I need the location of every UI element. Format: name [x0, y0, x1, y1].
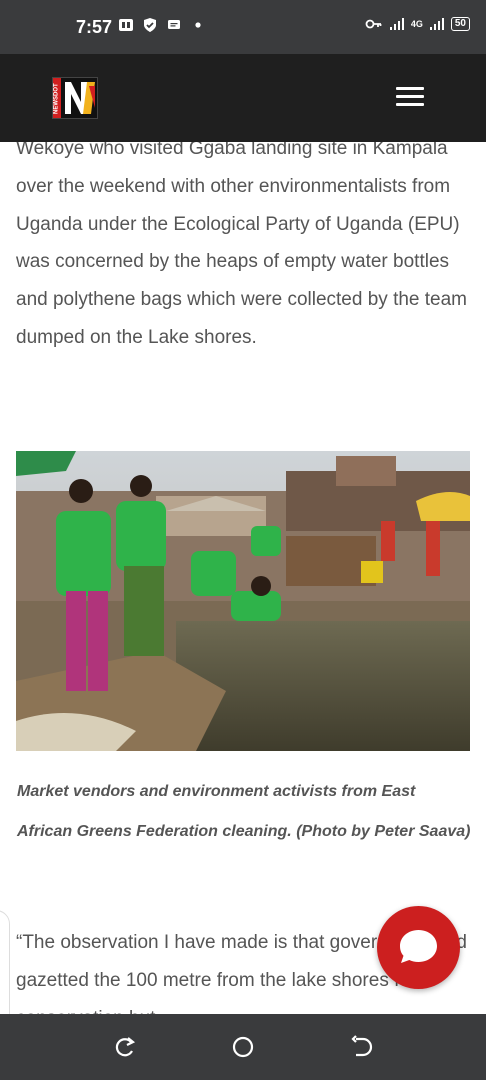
- network-type: 4G: [410, 19, 423, 29]
- hamburger-icon[interactable]: [396, 87, 424, 109]
- message-icon: [168, 20, 180, 29]
- home-circle-icon[interactable]: [230, 1034, 256, 1060]
- article-body: Wekoye who visited Ggaba landing site in…: [0, 142, 486, 1014]
- article-paragraph: Wekoye who visited Ggaba landing site in…: [16, 142, 467, 348]
- status-time: 7:57: [76, 17, 113, 37]
- chat-button[interactable]: [377, 906, 460, 989]
- recents-icon[interactable]: [348, 1034, 374, 1060]
- dot-icon: [195, 22, 201, 28]
- chat-bubble-icon: [400, 930, 437, 963]
- app-icon: [119, 19, 133, 31]
- article-photo[interactable]: [16, 451, 470, 751]
- back-rotate-icon[interactable]: [112, 1034, 138, 1060]
- site-header: NEWSDOT: [0, 54, 486, 142]
- status-bar: 7:57 4G 50: [0, 0, 486, 54]
- battery-indicator: 50: [450, 17, 470, 31]
- logo-side-text: NEWSDOT: [54, 83, 60, 114]
- signal-icon: [429, 18, 444, 30]
- signal-icon: [389, 18, 404, 30]
- side-edge-tab[interactable]: [0, 910, 10, 1014]
- key-icon: [365, 19, 382, 29]
- system-nav-bar: [0, 1014, 486, 1080]
- site-logo[interactable]: NEWSDOT: [52, 77, 98, 119]
- photo-caption: Market vendors and environment activists…: [17, 783, 471, 840]
- shield-check-icon: [144, 18, 156, 32]
